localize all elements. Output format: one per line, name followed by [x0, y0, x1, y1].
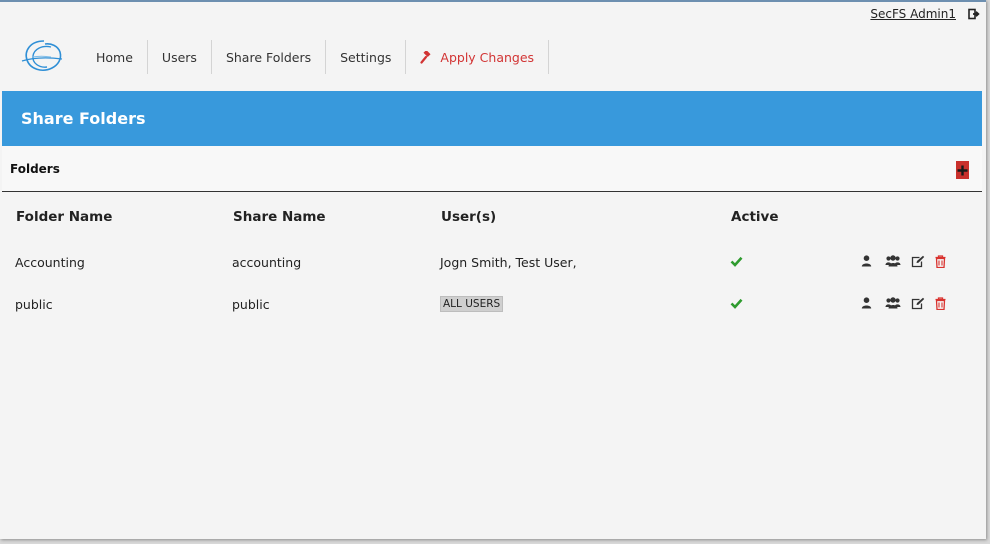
edit-icon[interactable] — [911, 255, 925, 268]
table-header-row: Folder Name Share Name User(s) Active — [0, 209, 986, 229]
section-label: Folders — [10, 162, 60, 176]
page-header: Share Folders — [2, 91, 982, 146]
secfs-logo-icon[interactable] — [18, 37, 66, 77]
edit-icon[interactable] — [911, 297, 925, 310]
gavel-icon — [420, 50, 433, 64]
column-header-share-name[interactable]: Share Name — [233, 209, 326, 225]
nav-item-apply-changes[interactable]: Apply Changes — [406, 40, 550, 74]
users-icon[interactable] — [885, 297, 901, 310]
users-cell: Jogn Smith, Test User, — [440, 255, 577, 270]
app-window: SecFS Admin1 Home Users Share Folders Se… — [0, 0, 986, 539]
column-header-active[interactable]: Active — [731, 209, 779, 225]
users-icon[interactable] — [885, 255, 901, 268]
trash-icon[interactable] — [935, 297, 949, 310]
add-folder-button[interactable] — [956, 161, 969, 179]
folder-name-cell: public — [15, 297, 53, 312]
user-icon[interactable] — [861, 255, 875, 268]
plus-icon — [957, 165, 968, 175]
current-user-link[interactable]: SecFS Admin1 — [870, 7, 956, 21]
sign-out-icon[interactable] — [968, 8, 980, 20]
share-name-cell: public — [232, 297, 270, 312]
nav-item-users[interactable]: Users — [148, 40, 212, 74]
trash-icon[interactable] — [935, 255, 949, 268]
nav-item-settings[interactable]: Settings — [326, 40, 407, 74]
check-icon — [730, 298, 743, 309]
column-header-folder-name[interactable]: Folder Name — [16, 209, 112, 225]
table-row: Accounting accounting Jogn Smith, Test U… — [0, 253, 986, 273]
all-users-badge: ALL USERS — [440, 296, 504, 312]
page-title: Share Folders — [21, 109, 146, 128]
nav-menu: Home Users Share Folders Settings Apply … — [82, 40, 550, 74]
row-actions — [861, 297, 959, 310]
row-actions — [861, 255, 959, 268]
nav-item-share-folders[interactable]: Share Folders — [212, 40, 327, 74]
user-icon[interactable] — [861, 297, 875, 310]
user-bar: SecFS Admin1 — [870, 7, 980, 21]
folders-section-bar: Folders — [2, 146, 982, 192]
table-row: public public ALL USERS — [0, 295, 986, 315]
folder-name-cell: Accounting — [15, 255, 85, 270]
column-header-users[interactable]: User(s) — [441, 209, 496, 225]
share-name-cell: accounting — [232, 255, 302, 270]
check-icon — [730, 256, 743, 267]
nav-item-home[interactable]: Home — [82, 40, 148, 74]
